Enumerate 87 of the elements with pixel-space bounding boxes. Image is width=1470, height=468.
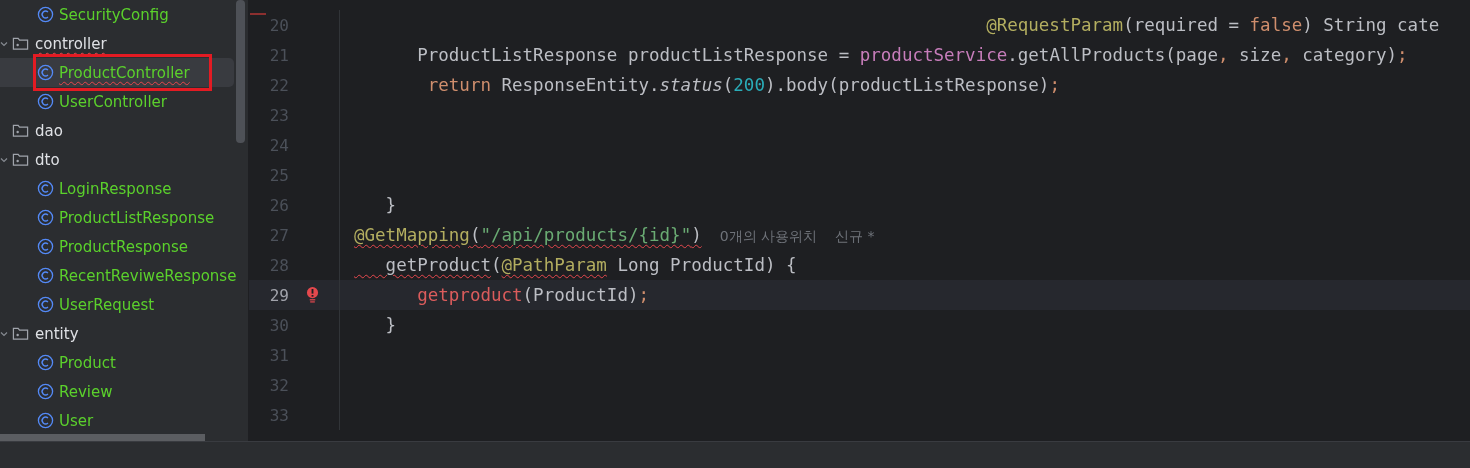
class-name: ProductController bbox=[59, 63, 190, 82]
code-token: ResponseEntity. bbox=[500, 75, 660, 95]
folder-name: dto bbox=[35, 150, 60, 169]
class-icon bbox=[37, 64, 54, 81]
tree-item[interactable]: LoginResponse bbox=[0, 174, 234, 203]
code-token: (ProductId) bbox=[522, 285, 639, 305]
class-icon bbox=[37, 6, 54, 23]
code-token: false bbox=[1249, 15, 1303, 35]
class-name: LoginResponse bbox=[59, 179, 172, 198]
code-token: "/api/products/{id}" bbox=[480, 224, 692, 245]
class-icon bbox=[37, 93, 54, 110]
code-token: , bbox=[1217, 45, 1229, 65]
tree-item[interactable]: SecurityConfig bbox=[0, 0, 234, 29]
code-token: productService bbox=[859, 45, 1008, 65]
folder-name: dao bbox=[35, 121, 63, 140]
class-icon bbox=[37, 267, 54, 284]
tree-item[interactable]: UserController bbox=[0, 87, 234, 116]
code-token: (required = bbox=[1123, 15, 1241, 35]
code-token: ProductListResponse productListResponse = bbox=[416, 45, 851, 65]
code-token: ) bbox=[691, 224, 702, 245]
scrollbar[interactable] bbox=[236, 0, 245, 143]
code-token: getproduct bbox=[416, 285, 523, 305]
inlay-hint[interactable]: 0개의 사용위치 bbox=[719, 227, 818, 244]
code-token: } bbox=[384, 195, 397, 215]
code-token: ( bbox=[469, 224, 481, 245]
code-token: ; bbox=[1397, 45, 1408, 65]
tree-item[interactable]: entity bbox=[0, 319, 234, 348]
class-icon bbox=[37, 412, 54, 429]
class-name: User bbox=[59, 411, 94, 430]
code-token: } bbox=[384, 315, 397, 335]
class-name: RecentReviweResponse bbox=[59, 266, 237, 285]
class-name: Product bbox=[59, 353, 116, 372]
tree-item[interactable]: Product bbox=[0, 348, 234, 377]
class-name: ProductListResponse bbox=[59, 208, 215, 227]
class-name: UserController bbox=[59, 92, 167, 111]
class-icon bbox=[37, 354, 54, 371]
code-token: getProduct bbox=[384, 255, 491, 275]
inlay-hint[interactable]: 신규 * bbox=[835, 227, 875, 244]
tree-item[interactable]: ProductResponse bbox=[0, 232, 234, 261]
class-icon bbox=[37, 296, 54, 313]
error-stripe-mark bbox=[250, 13, 266, 15]
tree-item[interactable]: dao bbox=[0, 116, 234, 145]
error-bulb-icon[interactable] bbox=[306, 286, 319, 304]
class-icon bbox=[37, 383, 54, 400]
code-token: , bbox=[1281, 45, 1292, 65]
class-icon bbox=[37, 209, 54, 226]
code-token: ( bbox=[722, 75, 734, 95]
folder-icon bbox=[12, 35, 29, 52]
class-name: SecurityConfig bbox=[59, 5, 169, 24]
folder-name: controller bbox=[35, 34, 107, 53]
code-token: .getAllProducts(page bbox=[1007, 45, 1218, 65]
tree-item[interactable]: RecentReviweResponse bbox=[0, 261, 234, 290]
tree-item[interactable]: UserRequest bbox=[0, 290, 234, 319]
code-token: ) String cate bbox=[1302, 15, 1440, 35]
folder-name: entity bbox=[35, 324, 79, 343]
folder-icon bbox=[12, 325, 29, 342]
code-token: 200 bbox=[733, 75, 765, 95]
chevron-down-icon[interactable] bbox=[0, 40, 8, 48]
class-icon bbox=[37, 180, 54, 197]
code-token: category) bbox=[1301, 45, 1398, 65]
code-token: ( bbox=[490, 255, 502, 275]
class-name: UserRequest bbox=[59, 295, 155, 314]
tree-item[interactable]: ProductController bbox=[0, 58, 234, 87]
tree-item[interactable]: Review bbox=[0, 377, 234, 406]
folder-icon bbox=[12, 151, 29, 168]
code-token: Long ProductId) { bbox=[616, 255, 797, 275]
folder-icon bbox=[12, 122, 29, 139]
code-token: ; bbox=[1049, 75, 1060, 95]
code-token: size bbox=[1238, 45, 1282, 65]
code-token: ; bbox=[638, 285, 650, 305]
scrollbar[interactable] bbox=[0, 434, 205, 442]
code-token: @PathParam bbox=[501, 255, 607, 275]
class-name: Review bbox=[59, 382, 113, 401]
code-token: @GetMapping bbox=[354, 224, 470, 245]
code-token: @RequestParam bbox=[985, 15, 1124, 35]
code-token: ).body(productListResponse) bbox=[764, 75, 1050, 95]
code-token: status bbox=[659, 75, 723, 95]
tree-item[interactable]: User bbox=[0, 406, 234, 435]
class-icon bbox=[37, 238, 54, 255]
line-number: 29 bbox=[268, 285, 289, 305]
chevron-down-icon[interactable] bbox=[0, 330, 8, 338]
tree-item[interactable]: ProductListResponse bbox=[0, 203, 234, 232]
chevron-down-icon[interactable] bbox=[0, 156, 8, 164]
tree-item[interactable]: controller bbox=[0, 29, 234, 58]
code-token: return bbox=[426, 75, 491, 95]
class-name: ProductResponse bbox=[59, 237, 188, 256]
tree-item[interactable]: dto bbox=[0, 145, 234, 174]
